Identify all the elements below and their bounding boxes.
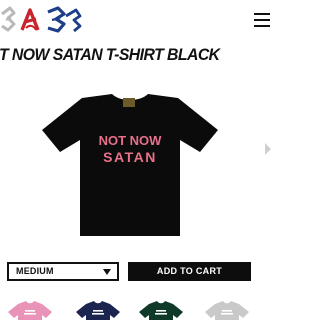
thumbnail-green[interactable] — [137, 298, 185, 320]
add-to-cart-button[interactable]: ADD TO CART — [128, 262, 251, 281]
shirt-print-line1: NOT NOW — [99, 133, 163, 148]
product-title: T NOW SATAN T-SHIRT BLACK — [0, 45, 220, 64]
site-header — [0, 0, 272, 40]
shirt-print-line2: SATAN — [103, 149, 157, 165]
size-select-value: MEDIUM — [16, 266, 54, 276]
dropdown-caret-icon — [103, 269, 111, 275]
thumbnail-navy[interactable] — [74, 298, 122, 320]
color-thumbnails — [0, 298, 272, 320]
product-image[interactable]: NOT NOW SATAN — [30, 90, 230, 240]
sas-logo-icon[interactable] — [0, 4, 84, 34]
hamburger-menu-icon[interactable] — [254, 10, 270, 28]
size-select[interactable]: MEDIUM — [7, 262, 119, 281]
chevron-right-icon[interactable] — [264, 142, 272, 156]
thumbnail-pink[interactable] — [6, 298, 54, 320]
thumbnail-grey[interactable] — [203, 298, 251, 320]
